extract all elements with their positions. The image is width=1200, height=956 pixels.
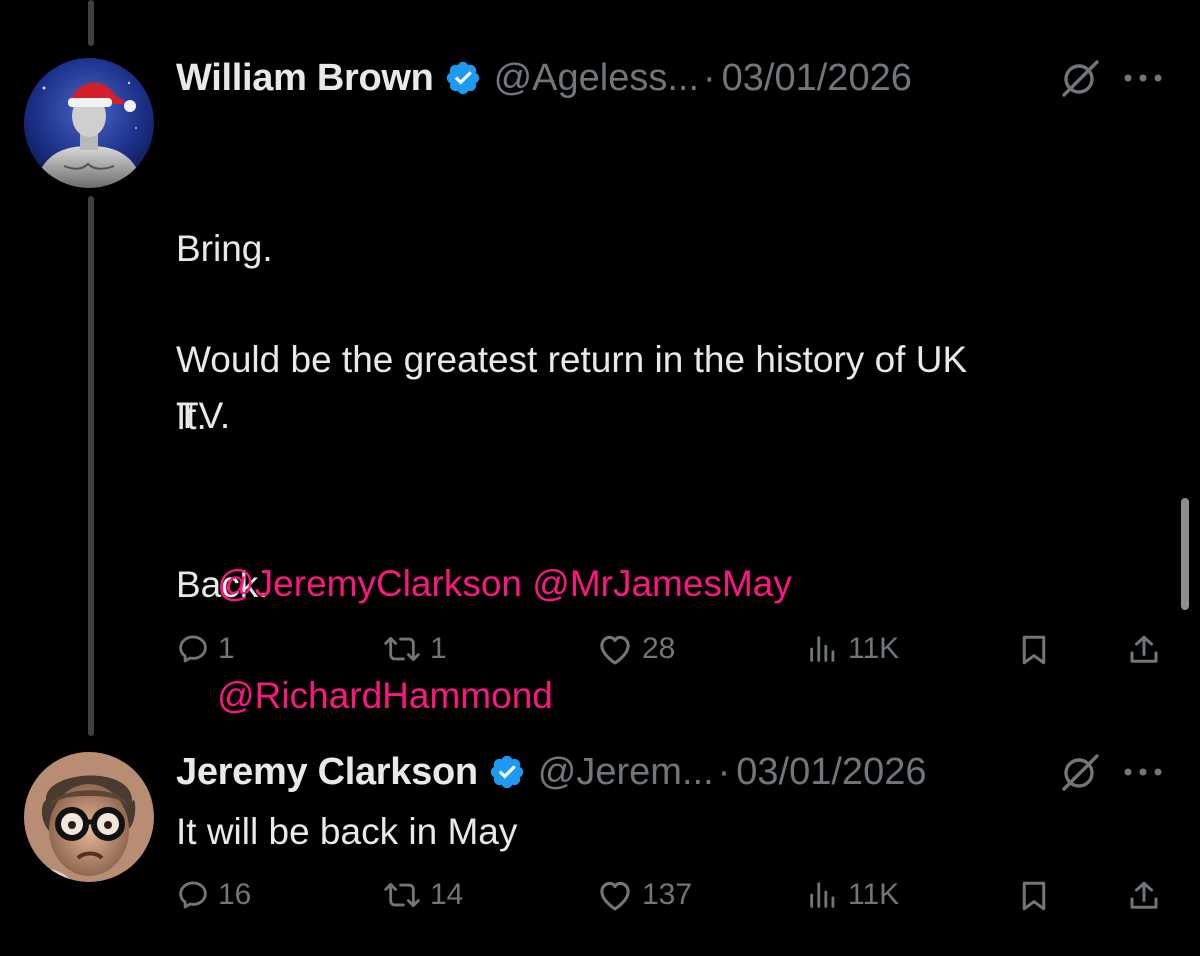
views-count: 11K [848,632,900,665]
reply-button[interactable]: 1 [176,632,235,666]
share-button[interactable] [1126,632,1162,668]
avatar-william-brown[interactable] [24,58,154,188]
more-icon[interactable] [1120,68,1166,88]
tweet-william-brown[interactable]: William Brown @Ageless... · 03/01/2026 B… [176,50,1170,716]
heart-icon [600,635,630,665]
like-count: 137 [642,878,693,911]
text-line: Bring. [176,228,273,269]
repost-icon [384,882,420,908]
grok-icon[interactable] [1058,56,1102,100]
grok-icon[interactable] [1058,750,1102,794]
tweet-actions: 16 14 137 11K [176,878,1170,930]
verified-badge-icon [490,755,524,789]
heart-icon [600,881,630,911]
share-icon [1130,881,1158,909]
like-button[interactable]: 137 [596,878,692,912]
mention-link[interactable]: @MrJamesMay [532,563,792,604]
repost-count: 14 [430,878,464,911]
reply-count: 1 [218,632,235,665]
thread-line-top [88,0,94,46]
verified-badge-icon [446,61,479,95]
share-icon [1130,635,1158,663]
thread-line-connector [88,196,94,736]
share-button[interactable] [1126,878,1162,914]
scrollbar[interactable] [1181,498,1189,610]
reply-count: 16 [218,878,252,911]
views-button[interactable]: 11K [806,878,899,912]
repost-count: 1 [430,632,447,665]
bookmark-button[interactable] [1016,878,1052,914]
bookmark-icon [1022,881,1046,911]
tweet-date[interactable]: 03/01/2026 [722,57,912,100]
santa-hat-statue-avatar [24,58,154,188]
like-count: 28 [642,632,676,665]
tweet-jeremy-clarkson[interactable]: Jeremy Clarkson @Jerem... · 03/01/2026 I… [176,744,1170,944]
man-with-round-glasses-avatar [24,752,154,882]
views-count: 11K [848,878,900,911]
tweet-header: William Brown @Ageless... · 03/01/2026 [176,50,1170,106]
mention-link[interactable]: @JeremyClarkson [217,563,522,604]
separator-dot: · [703,56,716,99]
reply-icon [179,635,207,663]
repost-icon [384,636,420,662]
separator-dot: · [717,750,731,793]
reply-icon [179,881,207,909]
like-button[interactable]: 28 [596,632,675,666]
author-handle[interactable]: @Jerem... [538,751,714,794]
author-name[interactable]: William Brown [176,57,434,100]
views-icon [810,882,835,908]
avatar-jeremy-clarkson[interactable] [24,752,154,882]
tweet-header: Jeremy Clarkson @Jerem... · 03/01/2026 [176,744,1170,800]
bookmark-button[interactable] [1016,632,1052,668]
reply-button[interactable]: 16 [176,878,251,912]
bookmark-icon [1022,635,1046,665]
tweet-paragraph: Would be the greatest return in the hist… [176,339,968,436]
author-name[interactable]: Jeremy Clarkson [176,751,478,794]
tweet-text: It will be back in May [176,811,518,852]
author-handle[interactable]: @Ageless... [494,57,699,100]
repost-button[interactable]: 14 [382,878,463,912]
more-icon[interactable] [1120,762,1166,782]
tweet-actions: 1 1 28 11K [176,632,1170,684]
views-button[interactable]: 11K [806,632,899,666]
views-icon [810,636,835,662]
repost-button[interactable]: 1 [382,632,447,666]
tweet-date[interactable]: 03/01/2026 [736,751,926,794]
